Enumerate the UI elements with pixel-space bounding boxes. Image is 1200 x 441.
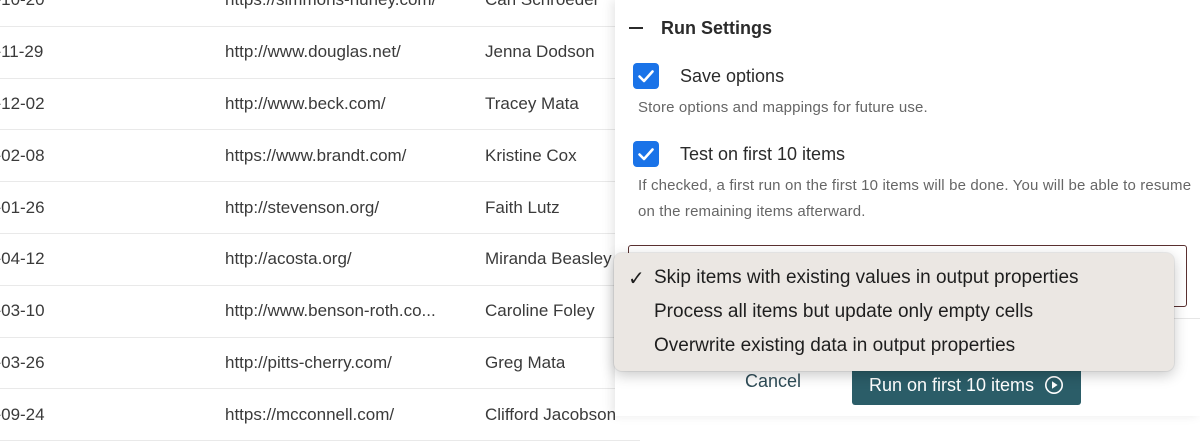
name-cell: Jenna Dodson (485, 42, 595, 62)
dropdown-option-label: Process all items but update only empty … (654, 301, 1034, 322)
data-table: 1-10-20 https://simmons-hurley.com/Carl S… (0, 0, 640, 441)
table-row[interactable]: 0-09-24https://mcconnell.com/Clifford Ja… (0, 389, 640, 441)
date-cell: 2-03-26 (0, 352, 45, 372)
table-row[interactable]: 2-04-12 http://acosta.org/Miranda Beasley (0, 234, 640, 286)
dropdown-option-label: Skip items with existing values in outpu… (654, 267, 1079, 288)
date-cell: 1-03-10 (0, 301, 45, 321)
url-cell: http://pitts-cherry.com/ (225, 352, 392, 372)
run-button[interactable]: Run on first 10 items (852, 365, 1081, 405)
checkmark-icon[interactable] (633, 141, 659, 167)
date-cell: 1-12-02 (0, 93, 45, 113)
save-options-label: Save options (680, 65, 785, 86)
section-title: Run Settings (661, 17, 772, 38)
name-cell: Tracey Mata (485, 93, 579, 113)
table-row[interactable]: 0-11-29 http://www.douglas.net/Jenna Dods… (0, 27, 640, 79)
section-header[interactable]: Run Settings (629, 16, 772, 40)
minus-icon[interactable] (629, 27, 643, 29)
name-cell: Kristine Cox (485, 145, 577, 165)
table-row[interactable]: 2-03-26 http://pitts-cherry.com/Greg Mata (0, 338, 640, 390)
dropdown-option-skip[interactable]: ✓ Skip items with existing values in out… (614, 261, 1174, 295)
save-options-checkbox[interactable]: Save options (633, 63, 784, 89)
table-row[interactable]: 1-10-20 https://simmons-hurley.com/Carl S… (0, 0, 640, 27)
date-cell: 0-11-29 (0, 42, 44, 62)
run-mode-dropdown: ✓ Skip items with existing values in out… (614, 253, 1174, 371)
cancel-button[interactable]: Cancel (745, 371, 801, 392)
url-cell: http://www.douglas.net/ (225, 42, 401, 62)
url-cell: http://www.beck.com/ (225, 93, 386, 113)
date-cell: 2-01-26 (0, 197, 45, 217)
name-cell: Faith Lutz (485, 197, 560, 217)
table-row[interactable]: 1-02-08 https://www.brandt.com/Kristine C… (0, 130, 640, 183)
url-cell: https://simmons-hurley.com/ (225, 0, 436, 10)
date-cell: 2-04-12 (0, 249, 45, 269)
run-button-label: Run on first 10 items (868, 374, 1035, 395)
save-options-help: Store options and mappings for future us… (638, 99, 928, 116)
url-cell: https://www.brandt.com/ (225, 145, 407, 165)
table-row[interactable]: 1-03-10 http://www.benson-roth.co... Carol… (0, 286, 640, 338)
dropdown-option-label: Overwrite existing data in output proper… (654, 335, 1016, 356)
url-cell: http://www.benson-roth.co... (225, 301, 436, 321)
checkmark-icon[interactable] (633, 63, 659, 89)
name-cell: Caroline Foley (485, 301, 595, 321)
name-cell: Carl Schroeder (485, 0, 599, 10)
check-icon: ✓ (628, 267, 645, 290)
name-cell: Greg Mata (485, 352, 566, 372)
url-cell: http://acosta.org/ (225, 249, 352, 269)
table-row[interactable]: 1-12-02 http://www.beck.com/Tracey Mata (0, 79, 640, 131)
test-first-checkbox[interactable]: Test on first 10 items (633, 141, 845, 167)
play-circle-icon (1044, 375, 1064, 395)
table-row[interactable]: 2-01-26 http://stevenson.org/Faith Lutz (0, 182, 640, 234)
test-first-label: Test on first 10 items (680, 143, 846, 164)
dropdown-option-update-empty[interactable]: Process all items but update only empty … (614, 295, 1174, 329)
url-cell: http://stevenson.org/ (225, 197, 380, 217)
name-cell: Miranda Beasley (485, 249, 612, 269)
test-first-help: If checked, a first run on the first 10 … (638, 177, 1192, 220)
date-cell: 1-10-20 (0, 0, 45, 10)
dropdown-option-overwrite[interactable]: Overwrite existing data in output proper… (614, 329, 1174, 363)
date-cell: 1-02-08 (0, 145, 45, 165)
